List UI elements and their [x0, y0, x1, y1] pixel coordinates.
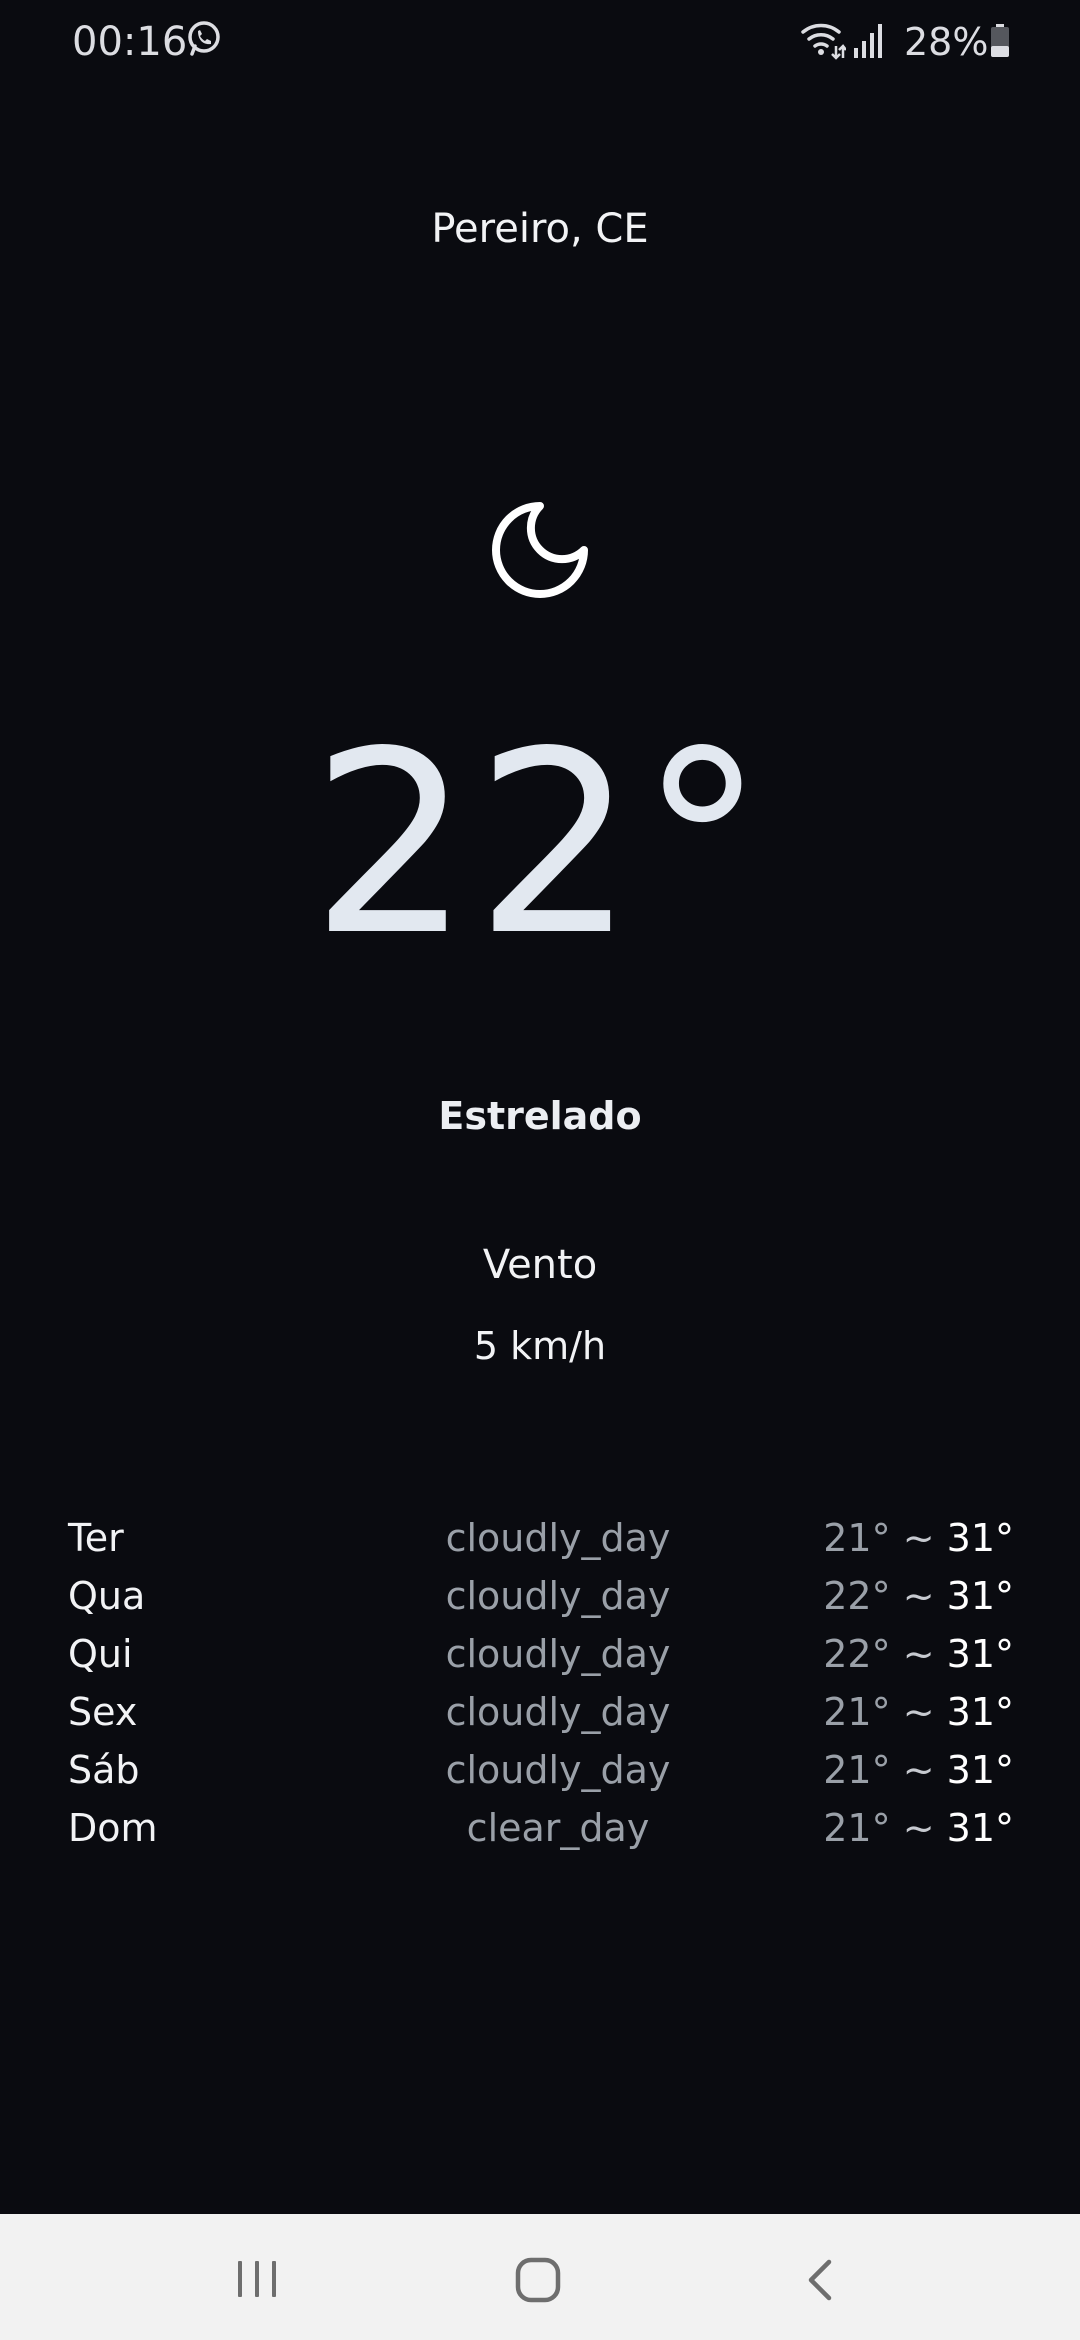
- wind-value: 5 km/h: [473, 1324, 607, 1368]
- temp-separator: ~: [902, 1690, 935, 1734]
- status-bar: 00:16 28%: [0, 0, 1080, 84]
- forecast-condition: cloudly_day: [445, 1632, 671, 1676]
- wind-label: Vento: [482, 1242, 598, 1288]
- forecast-condition: clear_day: [466, 1806, 650, 1850]
- temp-max: 31°: [946, 1806, 1014, 1850]
- weather-screen: 00:16 28% Pereiro, CE 22° Estrelado Vent…: [0, 0, 1080, 2340]
- forecast-day: Sex: [68, 1690, 138, 1734]
- moon-icon: [492, 502, 588, 598]
- temp-separator: ~: [902, 1806, 935, 1850]
- whatsapp-icon: [188, 21, 220, 56]
- current-temperature: 22°: [310, 698, 770, 991]
- temp-min: 22°: [823, 1574, 891, 1618]
- forecast-day: Dom: [68, 1806, 158, 1850]
- battery-percentage: 28%: [904, 20, 989, 64]
- forecast-condition: cloudly_day: [445, 1516, 671, 1560]
- forecast-temps: 21° ~ 31°: [823, 1690, 1014, 1734]
- forecast-row: Sáb cloudly_day 21° ~ 31°: [68, 1748, 1014, 1806]
- temp-min: 21°: [823, 1748, 891, 1792]
- forecast-temps: 21° ~ 31°: [823, 1806, 1014, 1850]
- forecast-day: Ter: [68, 1516, 124, 1560]
- status-time: 00:16: [72, 19, 188, 65]
- temp-min: 22°: [823, 1632, 891, 1676]
- temp-min: 21°: [823, 1806, 891, 1850]
- battery-icon: [991, 24, 1009, 57]
- back-icon[interactable]: [802, 2258, 838, 2302]
- forecast-row: Dom clear_day 21° ~ 31°: [68, 1806, 1014, 1864]
- home-icon[interactable]: [514, 2256, 562, 2304]
- temp-min: 21°: [823, 1516, 891, 1560]
- forecast-condition: cloudly_day: [445, 1574, 671, 1618]
- forecast-day: Qua: [68, 1574, 146, 1618]
- forecast-list: Ter cloudly_day 21° ~ 31° Qua cloudly_da…: [68, 1516, 1014, 1864]
- temp-max: 31°: [946, 1516, 1014, 1560]
- forecast-temps: 21° ~ 31°: [823, 1516, 1014, 1560]
- forecast-day: Sáb: [68, 1748, 140, 1792]
- forecast-day: Qui: [68, 1632, 133, 1676]
- location-name: Pereiro, CE: [431, 206, 649, 252]
- current-condition: Estrelado: [438, 1094, 642, 1138]
- temp-separator: ~: [902, 1574, 935, 1618]
- wifi-icon: [801, 23, 846, 60]
- forecast-temps: 22° ~ 31°: [823, 1574, 1014, 1618]
- forecast-row: Qua cloudly_day 22° ~ 31°: [68, 1574, 1014, 1632]
- forecast-row: Qui cloudly_day 22° ~ 31°: [68, 1632, 1014, 1690]
- forecast-row: Sex cloudly_day 21° ~ 31°: [68, 1690, 1014, 1748]
- forecast-condition: cloudly_day: [445, 1748, 671, 1792]
- temp-separator: ~: [902, 1516, 935, 1560]
- forecast-row: Ter cloudly_day 21° ~ 31°: [68, 1516, 1014, 1574]
- temp-min: 21°: [823, 1690, 891, 1734]
- temp-separator: ~: [902, 1632, 935, 1676]
- forecast-condition: cloudly_day: [445, 1690, 671, 1734]
- temp-separator: ~: [902, 1748, 935, 1792]
- signal-icon: [854, 24, 882, 58]
- forecast-temps: 21° ~ 31°: [823, 1748, 1014, 1792]
- temp-max: 31°: [946, 1748, 1014, 1792]
- temp-max: 31°: [946, 1574, 1014, 1618]
- recents-icon[interactable]: [234, 2258, 280, 2300]
- temp-max: 31°: [946, 1632, 1014, 1676]
- navigation-bar: [0, 2214, 1080, 2340]
- temp-max: 31°: [946, 1690, 1014, 1734]
- forecast-temps: 22° ~ 31°: [823, 1632, 1014, 1676]
